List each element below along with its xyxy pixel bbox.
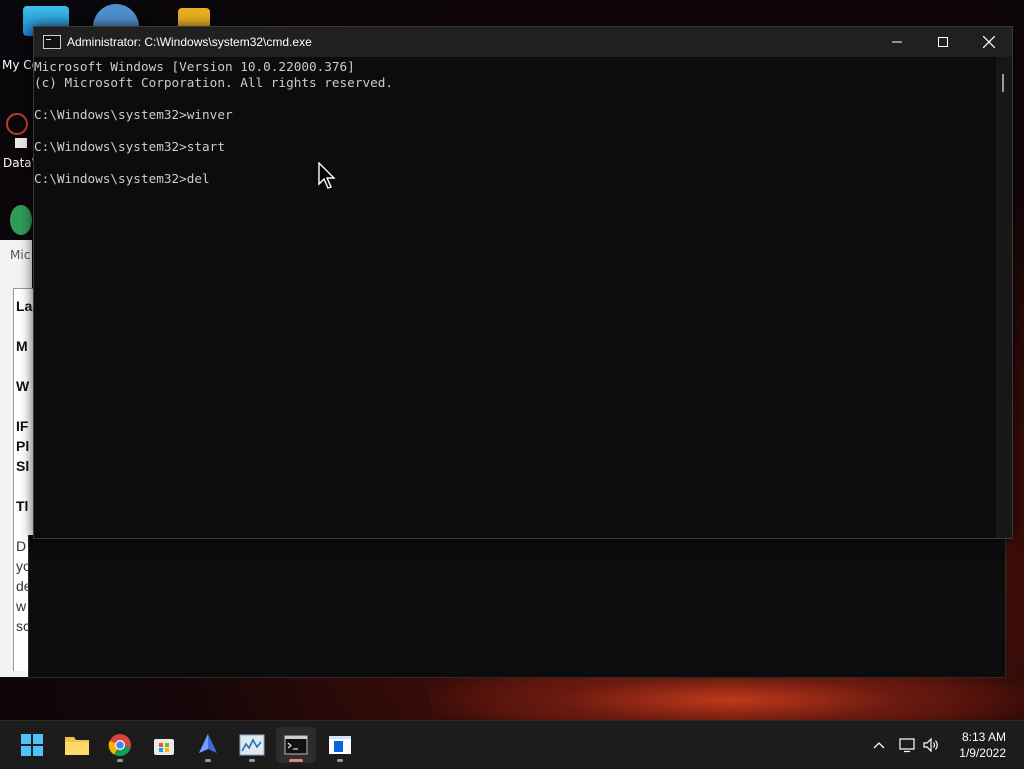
bg-fragment: w [16, 598, 27, 614]
taskbar: 8:13 AM 1/9/2022 [0, 720, 1024, 769]
running-indicator [117, 759, 123, 762]
clock-date: 1/9/2022 [959, 746, 1006, 760]
bg-fragment: IF [16, 418, 29, 434]
bg-fragment: Sl [16, 458, 30, 474]
title-bar[interactable]: Administrator: C:\Windows\system32\cmd.e… [34, 27, 1012, 57]
running-indicator [249, 759, 255, 762]
volume-tray[interactable] [920, 721, 942, 769]
speaker-icon [923, 737, 938, 753]
taskbar-resource-monitor[interactable] [232, 727, 272, 763]
console-line: Microsoft Windows [Version 10.0.22000.37… [34, 59, 355, 74]
start-icon [21, 734, 43, 756]
bg-fragment: D [16, 538, 27, 554]
running-indicator [337, 759, 343, 762]
taskbar-clock[interactable]: 8:13 AM 1/9/2022 [959, 729, 1006, 761]
file-explorer-icon [65, 737, 89, 755]
desktop-icon-datawrapper[interactable] [0, 110, 32, 153]
bg-fragment: La [16, 298, 33, 314]
maximize-icon [938, 37, 948, 47]
bg-fragment: M [16, 338, 28, 354]
console-output[interactable]: Microsoft Windows [Version 10.0.22000.37… [34, 57, 996, 538]
command-prompt-line[interactable]: C:\Windows\system32>del [34, 171, 996, 187]
close-button[interactable] [966, 27, 1012, 57]
app-icon [10, 205, 32, 235]
taskbar-app[interactable] [188, 727, 228, 763]
active-window-indicator [289, 759, 303, 762]
resource-monitor-icon [239, 734, 265, 756]
notepad-icon [329, 736, 351, 754]
network-icon [899, 738, 915, 753]
cmd-app-icon [43, 35, 61, 49]
taskbar-notepad[interactable] [320, 727, 360, 763]
datawrapper-icon [6, 113, 28, 148]
maximize-button[interactable] [920, 27, 966, 57]
bg-fragment: W [16, 378, 30, 394]
store-icon [154, 739, 174, 755]
taskbar-file-explorer[interactable] [57, 727, 97, 763]
running-indicator [205, 759, 211, 762]
taskbar-cmd[interactable] [276, 727, 316, 763]
desktop: My Co DataW Mic La M W IF Pl Sl Tl D yo … [0, 0, 1024, 720]
cmd-window[interactable]: Administrator: C:\Windows\system32\cmd.e… [33, 26, 1013, 539]
console-line: C:\Windows\system32>winver [34, 107, 233, 122]
show-hidden-icons-button[interactable] [868, 721, 890, 769]
taskbar-store[interactable] [144, 727, 184, 763]
desktop-icon-chrome-partial[interactable] [10, 205, 32, 235]
start-button[interactable] [12, 727, 52, 763]
chevron-up-icon [873, 742, 885, 749]
chrome-icon [108, 734, 131, 757]
network-tray[interactable] [896, 721, 918, 769]
mouse-pointer-icon [318, 162, 336, 189]
minimize-icon [892, 41, 902, 43]
clock-time: 8:13 AM [961, 730, 1006, 744]
app-icon [199, 734, 217, 753]
terminal-icon [284, 735, 308, 755]
console-line: (c) Microsoft Corporation. All rights re… [34, 75, 394, 90]
close-icon [983, 36, 995, 48]
terminal-window-shadow [28, 535, 1006, 678]
window-title: Administrator: C:\Windows\system32\cmd.e… [67, 35, 312, 49]
scrollbar-thumb[interactable] [1002, 74, 1004, 92]
taskbar-chrome[interactable] [100, 727, 140, 763]
console-line: C:\Windows\system32>start [34, 139, 225, 154]
vertical-scrollbar[interactable] [996, 57, 1012, 538]
minimize-button[interactable] [874, 27, 920, 57]
background-window-title: Mic [10, 248, 31, 262]
bg-fragment: Tl [16, 498, 29, 514]
bg-fragment: Pl [16, 438, 30, 454]
